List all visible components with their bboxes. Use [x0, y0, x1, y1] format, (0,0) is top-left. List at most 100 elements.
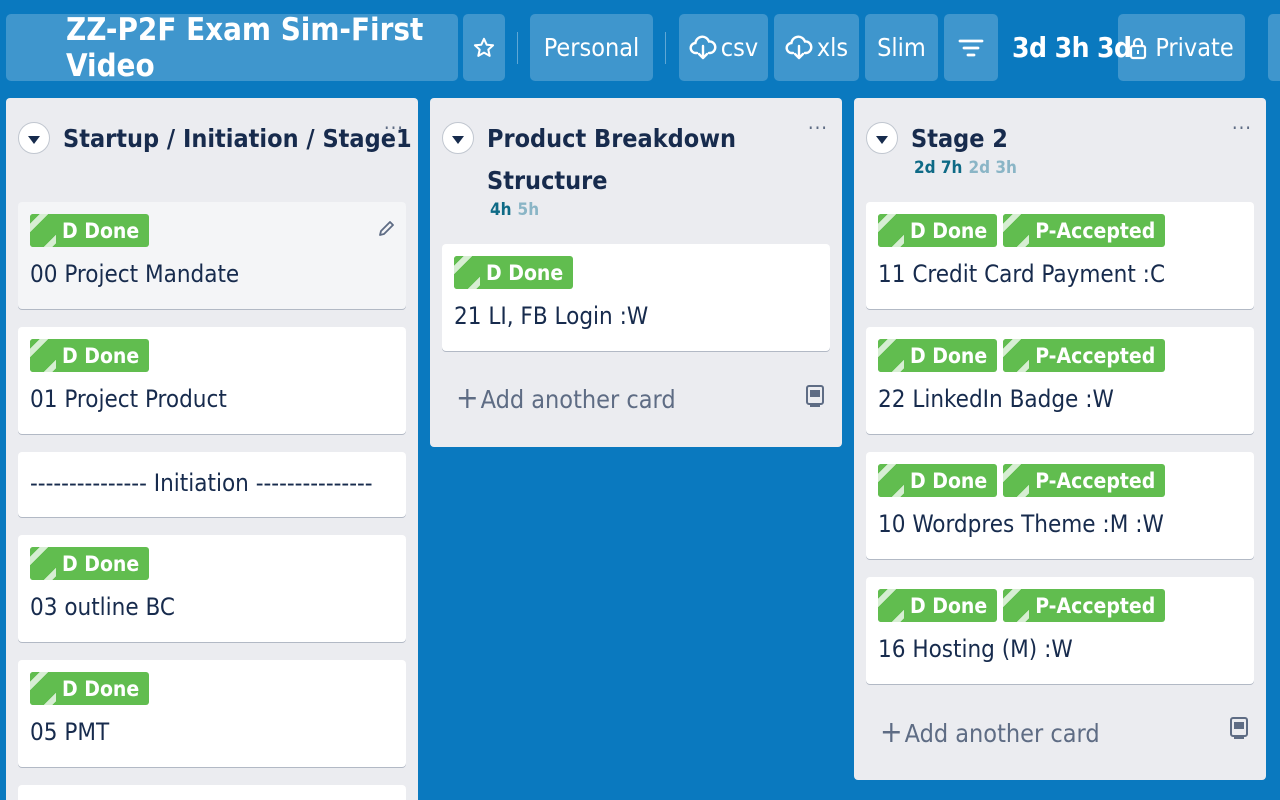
privacy-button[interactable]: Private	[1118, 14, 1245, 81]
label-stripe	[878, 214, 904, 247]
label-stripe	[1003, 464, 1030, 497]
card[interactable]: D Done 21 LI, FB Login :W	[442, 244, 830, 351]
estimate-spent: 4h	[490, 200, 512, 220]
star-button[interactable]	[463, 14, 505, 81]
card-template-icon[interactable]	[804, 384, 826, 408]
list-startup-initiation: Startup / Initiation / Stage1 ··· D Done…	[6, 98, 418, 800]
label-stripe	[878, 464, 904, 497]
card-title: 01 Project Product	[30, 385, 227, 413]
list-title[interactable]: Product Breakdown Structure	[487, 118, 736, 202]
label-stripe	[878, 589, 904, 622]
card-labels: D Done	[30, 339, 155, 372]
label-stripe	[1003, 589, 1030, 622]
card-title: 10 Wordpres Theme :M :W	[878, 510, 1164, 538]
label-text: D Done	[62, 218, 140, 243]
card[interactable]: D Done 05 PMT	[18, 660, 406, 767]
label-text: P-Accepted	[1035, 343, 1156, 368]
card-labels: D Done P-Accepted	[878, 589, 1171, 622]
star-icon	[473, 37, 495, 57]
label-d-done: D Done	[30, 214, 150, 247]
estimate-spent: 2d 7h	[914, 158, 963, 178]
card[interactable]: D Done 01 Project Product	[18, 327, 406, 434]
label-d-done: D Done	[30, 547, 150, 580]
label-d-done: D Done	[878, 464, 998, 497]
label-stripe	[30, 339, 56, 372]
card-labels: D Done P-Accepted	[878, 464, 1171, 497]
pencil-icon[interactable]	[376, 218, 396, 240]
card[interactable]: D Done 00 Project Mandate	[18, 202, 406, 309]
label-text: D Done	[910, 468, 988, 493]
card-title: 03 outline BC	[30, 593, 175, 621]
list-menu-icon[interactable]: ···	[384, 116, 404, 140]
filter-button[interactable]	[944, 14, 998, 81]
list-estimates: 2d 7h 2d 3h	[914, 158, 1017, 178]
slim-view-button[interactable]: Slim	[865, 14, 938, 81]
label-text: P-Accepted	[1035, 593, 1156, 618]
export-xls-button[interactable]: xls	[774, 14, 859, 81]
label-stripe	[30, 547, 56, 580]
cloud-download-icon	[689, 35, 717, 59]
label-text: D Done	[62, 343, 140, 368]
estimate-total: 2d 3h	[968, 158, 1017, 178]
label-text: D Done	[910, 343, 988, 368]
card-title: 22 LinkedIn Badge :W	[878, 385, 1114, 413]
card[interactable]: D Done P-Accepted 22 LinkedIn Badge :W	[866, 327, 1254, 434]
card-title: --------------- Initiation -------------…	[30, 469, 373, 497]
card-title: 11 Credit Card Payment :C	[878, 260, 1166, 288]
estimate-total: 5h	[517, 200, 540, 220]
label-text: D Done	[910, 593, 988, 618]
label-stripe	[30, 214, 56, 247]
list-menu-icon[interactable]: ···	[808, 116, 828, 140]
label-d-done: D Done	[878, 589, 998, 622]
privacy-label: Private	[1155, 33, 1234, 62]
label-p-accepted: P-Accepted	[1003, 464, 1166, 497]
label-stripe	[454, 256, 480, 289]
plus-icon: +	[456, 381, 479, 416]
collapse-list-toggle[interactable]	[442, 122, 474, 154]
label-d-done: D Done	[30, 672, 150, 705]
card[interactable]: D Done P-Accepted 10 Wordpres Theme :M :…	[866, 452, 1254, 559]
label-text: P-Accepted	[1035, 468, 1156, 493]
card-template-icon[interactable]	[1228, 716, 1250, 740]
add-card-label: Add another card	[480, 384, 676, 414]
time-total: 3d	[1012, 31, 1047, 64]
label-stripe	[30, 672, 56, 705]
label-d-done: D Done	[30, 339, 150, 372]
card-labels: D Done	[454, 256, 579, 289]
label-text: D Done	[910, 218, 988, 243]
header-divider	[665, 32, 666, 64]
label-text: D Done	[486, 260, 564, 285]
list-title[interactable]: Stage 2	[911, 118, 1008, 160]
label-p-accepted: P-Accepted	[1003, 339, 1166, 372]
card[interactable]	[18, 785, 406, 800]
card-labels: D Done	[30, 214, 155, 247]
list-menu-icon[interactable]: ···	[1232, 116, 1252, 140]
card[interactable]: D Done P-Accepted 11 Credit Card Payment…	[866, 202, 1254, 309]
export-csv-button[interactable]: csv	[679, 14, 768, 81]
list-title[interactable]: Startup / Initiation / Stage1	[63, 118, 412, 160]
add-card-button[interactable]: + Add another card	[456, 384, 676, 414]
team-visibility-button[interactable]: Personal	[530, 14, 653, 81]
add-card-button[interactable]: + Add another card	[880, 718, 1100, 748]
header-divider	[517, 32, 518, 64]
plus-icon: +	[880, 715, 903, 750]
collapse-list-toggle[interactable]	[866, 122, 898, 154]
card-title: 00 Project Mandate	[30, 260, 240, 288]
label-d-done: D Done	[878, 214, 998, 247]
card[interactable]: D Done 03 outline BC	[18, 535, 406, 642]
collapse-list-toggle[interactable]	[18, 122, 50, 154]
label-text: D Done	[62, 551, 140, 576]
card-title: 16 Hosting (M) :W	[878, 635, 1073, 663]
board-menu-button[interactable]	[1268, 14, 1280, 81]
card-title: 05 PMT	[30, 718, 110, 746]
card[interactable]: D Done P-Accepted 16 Hosting (M) :W	[866, 577, 1254, 684]
list-estimates: 4h 5h	[490, 200, 539, 220]
board-title[interactable]: ZZ-P2F Exam Sim-First Video	[6, 12, 458, 84]
list-title-line: Product Breakdown	[487, 124, 737, 153]
label-text: D Done	[62, 676, 140, 701]
label-d-done: D Done	[878, 339, 998, 372]
card-labels: D Done P-Accepted	[878, 214, 1171, 247]
list-stage-2: Stage 2 2d 7h 2d 3h ··· D Done P-Accepted…	[854, 98, 1266, 780]
label-stripe	[1003, 214, 1030, 247]
card[interactable]: --------------- Initiation -------------…	[18, 452, 406, 517]
